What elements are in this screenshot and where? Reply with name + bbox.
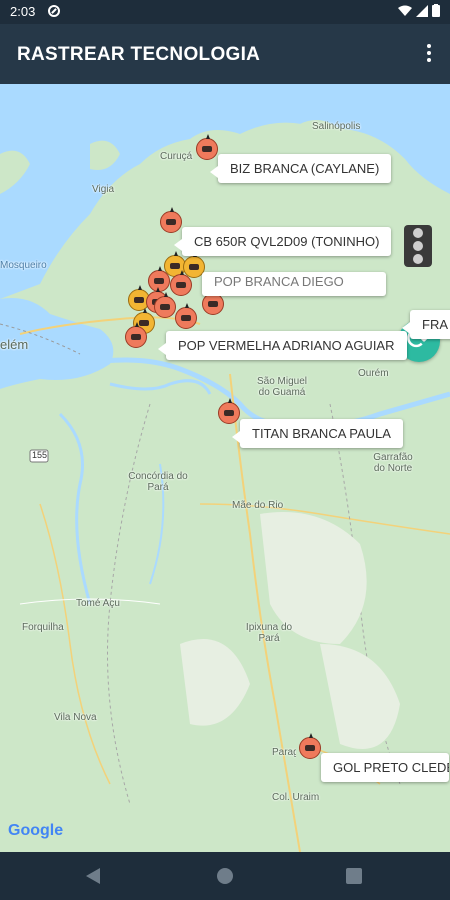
- place-label: Tomé Açu: [76, 598, 120, 609]
- vehicle-marker[interactable]: [196, 134, 218, 160]
- vehicle-marker[interactable]: [160, 207, 182, 233]
- place-label: Salinópolis: [312, 121, 361, 132]
- vehicle-marker[interactable]: [299, 733, 321, 759]
- vehicle-callout[interactable]: FRA: [402, 310, 450, 339]
- vehicle-callout[interactable]: GOL PRETO CLEDE: [321, 753, 449, 782]
- place-label: Mosqueiro: [0, 260, 47, 271]
- traffic-light-icon[interactable]: [404, 225, 432, 267]
- vehicle-marker[interactable]: [218, 398, 240, 424]
- place-label: Garrafão do Norte: [373, 452, 413, 474]
- status-icons: [398, 4, 440, 17]
- status-time: 2:03: [10, 4, 36, 19]
- place-label: Vigia: [92, 184, 115, 195]
- vehicle-callout[interactable]: POP VERMELHA ADRIANO AGUIAR: [158, 331, 407, 360]
- do-not-disturb-icon: [48, 5, 60, 17]
- place-label: Curuçá: [160, 151, 193, 162]
- vehicle-marker[interactable]: [175, 303, 197, 329]
- route-155-label: 155: [32, 450, 48, 460]
- place-label: elém: [0, 337, 29, 352]
- vehicle-marker[interactable]: [125, 322, 147, 348]
- recent-apps-icon[interactable]: [346, 868, 362, 884]
- google-attribution: Google: [8, 822, 64, 839]
- navigation-bar: [0, 852, 450, 900]
- vehicle-callout[interactable]: TITAN BRANCA PAULA: [232, 419, 403, 448]
- map-view[interactable]: Salinópolis Curuçá Vigia Mosqueiro elém …: [0, 84, 450, 852]
- back-icon[interactable]: [86, 868, 100, 884]
- place-label: Vila Nova: [54, 712, 97, 723]
- home-icon[interactable]: [217, 868, 233, 884]
- vehicle-marker[interactable]: [154, 292, 176, 318]
- place-label: Ourém: [358, 368, 389, 379]
- app-bar: RASTREAR TECNOLOGIA: [0, 24, 450, 84]
- app-title: RASTREAR TECNOLOGIA: [17, 44, 261, 65]
- place-label: Forquilha: [22, 622, 64, 633]
- place-label: São Miguel do Guamá: [256, 376, 308, 398]
- vehicle-callout[interactable]: BIZ BRANCA (CAYLANE): [209, 154, 392, 183]
- vehicle-callout[interactable]: POP BRANCA DIEGO: [202, 272, 386, 296]
- place-label: Concórdia do Pará: [128, 471, 188, 493]
- place-label: Col. Uraim: [272, 792, 320, 803]
- status-bar: 2:03: [0, 0, 450, 24]
- place-label: Mãe do Rio: [232, 500, 284, 511]
- signal-icon: [416, 4, 428, 17]
- place-label: Paragominas: [272, 747, 296, 758]
- vehicle-callout[interactable]: CB 650R QVL2D09 (TONINHO): [173, 227, 392, 256]
- battery-icon: [432, 4, 440, 17]
- wifi-icon: [398, 5, 412, 16]
- vehicle-marker[interactable]: [170, 270, 192, 296]
- overflow-menu-icon[interactable]: [424, 42, 434, 66]
- place-label: Ipixuna do Pará: [245, 622, 293, 644]
- vehicle-marker[interactable]: [202, 289, 224, 315]
